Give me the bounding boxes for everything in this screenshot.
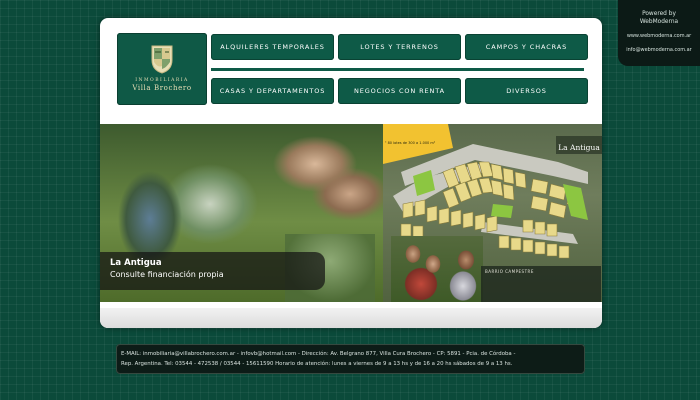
powered-by-badge[interactable]: Powered by WebModerna www.webmoderna.com…	[618, 0, 700, 66]
hero-banner[interactable]: La Antigua Consulte financiación propia	[100, 124, 602, 302]
logo-name: Villa Brochero	[132, 84, 192, 92]
logo-top-text: INMOBILIARIA	[135, 78, 189, 83]
main-card: INMOBILIARIA Villa Brochero ALQUILERES T…	[100, 18, 602, 328]
footer-line-2: Rep. Argentina. Tel: 03544 - 472538 / 03…	[121, 361, 513, 367]
barrio-info-box: BARRIO CAMPESTRE	[481, 266, 601, 302]
nav-negocios-con-renta[interactable]: NEGOCIOS CON RENTA	[338, 78, 461, 104]
crest-icon	[151, 45, 173, 74]
powered-by-website[interactable]: www.webmoderna.com.ar	[618, 33, 700, 40]
banner-caption-title: La Antigua	[110, 258, 162, 268]
powered-by-email[interactable]: info@webmoderna.com.ar	[618, 47, 700, 54]
banner-caption: La Antigua Consulte financiación propia	[100, 252, 325, 290]
nav-lotes-y-terrenos[interactable]: LOTES Y TERRENOS	[338, 34, 461, 60]
la-antigua-brand: La Antigua	[556, 136, 602, 154]
nav-alquileres-temporales[interactable]: ALQUILERES TEMPORALES	[211, 34, 334, 60]
nav-diversos[interactable]: DIVERSOS	[465, 78, 588, 104]
barrio-info-title: BARRIO CAMPESTRE	[485, 269, 534, 274]
nav-divider	[211, 68, 584, 71]
banner-caption-subtitle: Consulte financiación propia	[110, 270, 224, 279]
powered-by-brand[interactable]: WebModerna	[618, 17, 700, 25]
powered-by-label: Powered by	[642, 9, 676, 17]
lots-note: ᵉ 80 lotes de 300 a 1.000 m²	[385, 141, 436, 145]
nav-casas-y-departamentos[interactable]: CASAS Y DEPARTAMENTOS	[211, 78, 334, 104]
nav-campos-y-chacras[interactable]: CAMPOS Y CHACRAS	[465, 34, 588, 60]
footer-line-1: E-MAIL: inmobiliaria@villabrochero.com.a…	[121, 351, 516, 357]
card-bottom-bar	[100, 308, 602, 328]
people-photo	[391, 236, 483, 302]
logo[interactable]: INMOBILIARIA Villa Brochero	[117, 33, 207, 105]
contact-footer: E-MAIL: inmobiliaria@villabrochero.com.a…	[116, 344, 585, 374]
lot-plan-panel: ᵉ 80 lotes de 300 a 1.000 m² La Antigua …	[383, 124, 602, 302]
